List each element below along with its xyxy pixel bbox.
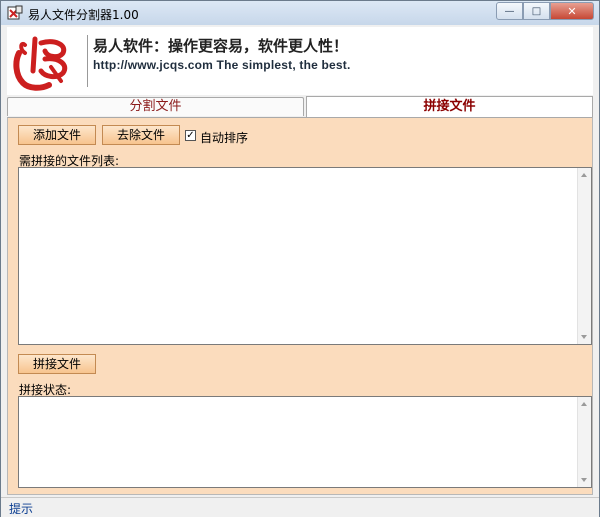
status-scrollbar[interactable] <box>577 397 591 487</box>
add-file-button[interactable]: 添加文件 <box>18 125 96 145</box>
minimize-icon: — <box>504 5 515 17</box>
app-window: 易人文件分割器1.00 — □ ✕ 易人软件：操作更容易，软件更人性！ http… <box>0 0 600 517</box>
banner: 易人软件：操作更容易，软件更人性！ http://www.jcqs.com Th… <box>7 27 593 95</box>
scroll-up-icon[interactable] <box>581 402 587 406</box>
banner-url: http://www.jcqs.com The simplest, the be… <box>93 58 351 72</box>
file-list-scrollbar[interactable] <box>577 168 591 344</box>
tab-split-file[interactable]: 分割文件 <box>7 97 304 116</box>
banner-slogan: 易人软件：操作更容易，软件更人性！ <box>93 37 349 55</box>
window-controls: — □ ✕ <box>496 2 594 20</box>
tab-join-file[interactable]: 拼接文件 <box>306 96 593 117</box>
banner-divider <box>87 35 88 87</box>
minimize-button[interactable]: — <box>496 2 523 20</box>
tab-strip: 分割文件 拼接文件 <box>7 96 593 117</box>
close-icon: ✕ <box>567 4 577 18</box>
title-bar[interactable]: 易人文件分割器1.00 — □ ✕ <box>1 1 599 25</box>
file-list[interactable] <box>18 167 592 345</box>
auto-sort-checkbox[interactable]: ✓ <box>185 130 196 141</box>
logo-icon <box>13 36 68 91</box>
maximize-icon: □ <box>531 5 542 17</box>
auto-sort-label: 自动排序 <box>200 131 249 145</box>
maximize-button[interactable]: □ <box>523 2 550 20</box>
remove-file-button[interactable]: 去除文件 <box>102 125 180 145</box>
status-bar: 提示 <box>1 497 599 517</box>
scroll-up-icon[interactable] <box>581 173 587 177</box>
close-button[interactable]: ✕ <box>550 2 594 20</box>
scroll-down-icon[interactable] <box>581 478 587 482</box>
status-text: 提示 <box>9 502 34 516</box>
join-status-box[interactable] <box>18 396 592 488</box>
window-title: 易人文件分割器1.00 <box>28 8 139 22</box>
app-icon <box>7 5 23 20</box>
join-file-button[interactable]: 拼接文件 <box>18 354 96 374</box>
join-panel: 添加文件 去除文件 ✓ 自动排序 需拼接的文件列表: 拼接文件 拼接状态: <box>7 117 593 495</box>
scroll-down-icon[interactable] <box>581 335 587 339</box>
